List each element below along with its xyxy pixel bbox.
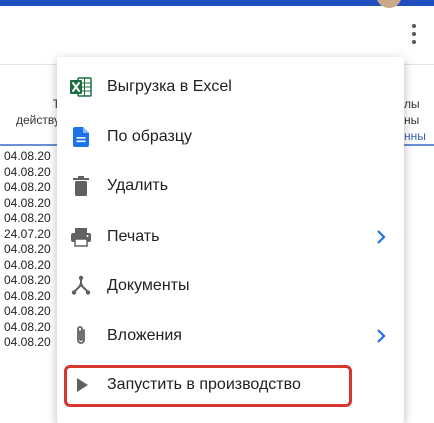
table-row[interactable]: 04.08.20	[4, 258, 64, 274]
paperclip-icon	[77, 326, 85, 344]
menu-item-label: Вложения	[107, 327, 182, 344]
table-row[interactable]: 04.08.20	[4, 304, 64, 320]
table-row[interactable]: 04.08.20	[4, 196, 64, 212]
menu-item-label: Удалить	[107, 177, 169, 194]
highlight-outline	[64, 365, 352, 407]
column-header-left-line1: Т	[4, 96, 60, 112]
excel-icon	[70, 77, 92, 97]
trash-icon	[73, 176, 89, 196]
documents-hub-icon	[71, 275, 91, 295]
column-header-right-line2: ны	[404, 113, 420, 127]
menu-item-label: По образцу	[107, 128, 193, 145]
document-icon	[73, 127, 89, 147]
top-header-strip	[0, 0, 434, 6]
table-row[interactable]: 04.08.20	[4, 289, 64, 305]
chevron-right-icon	[377, 230, 386, 244]
table-row[interactable]: 04.08.20	[4, 273, 64, 289]
column-header-right[interactable]: лы ны нны	[404, 96, 434, 144]
column-header-right-link[interactable]: нны	[404, 128, 434, 144]
menu-item-label: Печать	[107, 228, 160, 245]
avatar[interactable]	[376, 0, 402, 8]
menu-item-delete[interactable]: Удалить	[57, 162, 404, 210]
menu-item-label: Выгрузка в Excel	[107, 78, 232, 95]
table-row[interactable]: 04.08.20	[4, 165, 64, 181]
menu-item-export-excel[interactable]: Выгрузка в Excel	[57, 63, 404, 111]
context-menu: Выгрузка в Excel По образцу Удалить Печа…	[57, 57, 404, 423]
table-row[interactable]: 04.08.20	[4, 211, 64, 227]
menu-item-by-template[interactable]: По образцу	[57, 113, 404, 161]
table-row[interactable]: 24.07.20	[4, 227, 64, 243]
column-header-left-line2: действу	[16, 113, 60, 127]
table-row[interactable]: 04.08.20	[4, 149, 64, 165]
menu-item-attachments[interactable]: Вложения	[57, 312, 404, 360]
more-options-button[interactable]	[404, 22, 424, 46]
chevron-right-icon	[377, 329, 386, 343]
table-row[interactable]: 04.08.20	[4, 180, 64, 196]
table-row[interactable]: 04.08.20	[4, 335, 64, 351]
printer-icon	[71, 228, 91, 247]
table-row[interactable]: 04.08.20	[4, 320, 64, 336]
column-header-right-line1: лы	[404, 97, 420, 111]
table-row[interactable]: 04.08.20	[4, 242, 64, 258]
menu-item-label: Документы	[107, 277, 190, 294]
date-column: 04.08.20 04.08.20 04.08.20 04.08.20 04.0…	[4, 149, 64, 351]
menu-item-print[interactable]: Печать	[57, 213, 404, 261]
menu-item-documents[interactable]: Документы	[57, 262, 404, 310]
column-header-left[interactable]: Т действу	[4, 96, 60, 128]
